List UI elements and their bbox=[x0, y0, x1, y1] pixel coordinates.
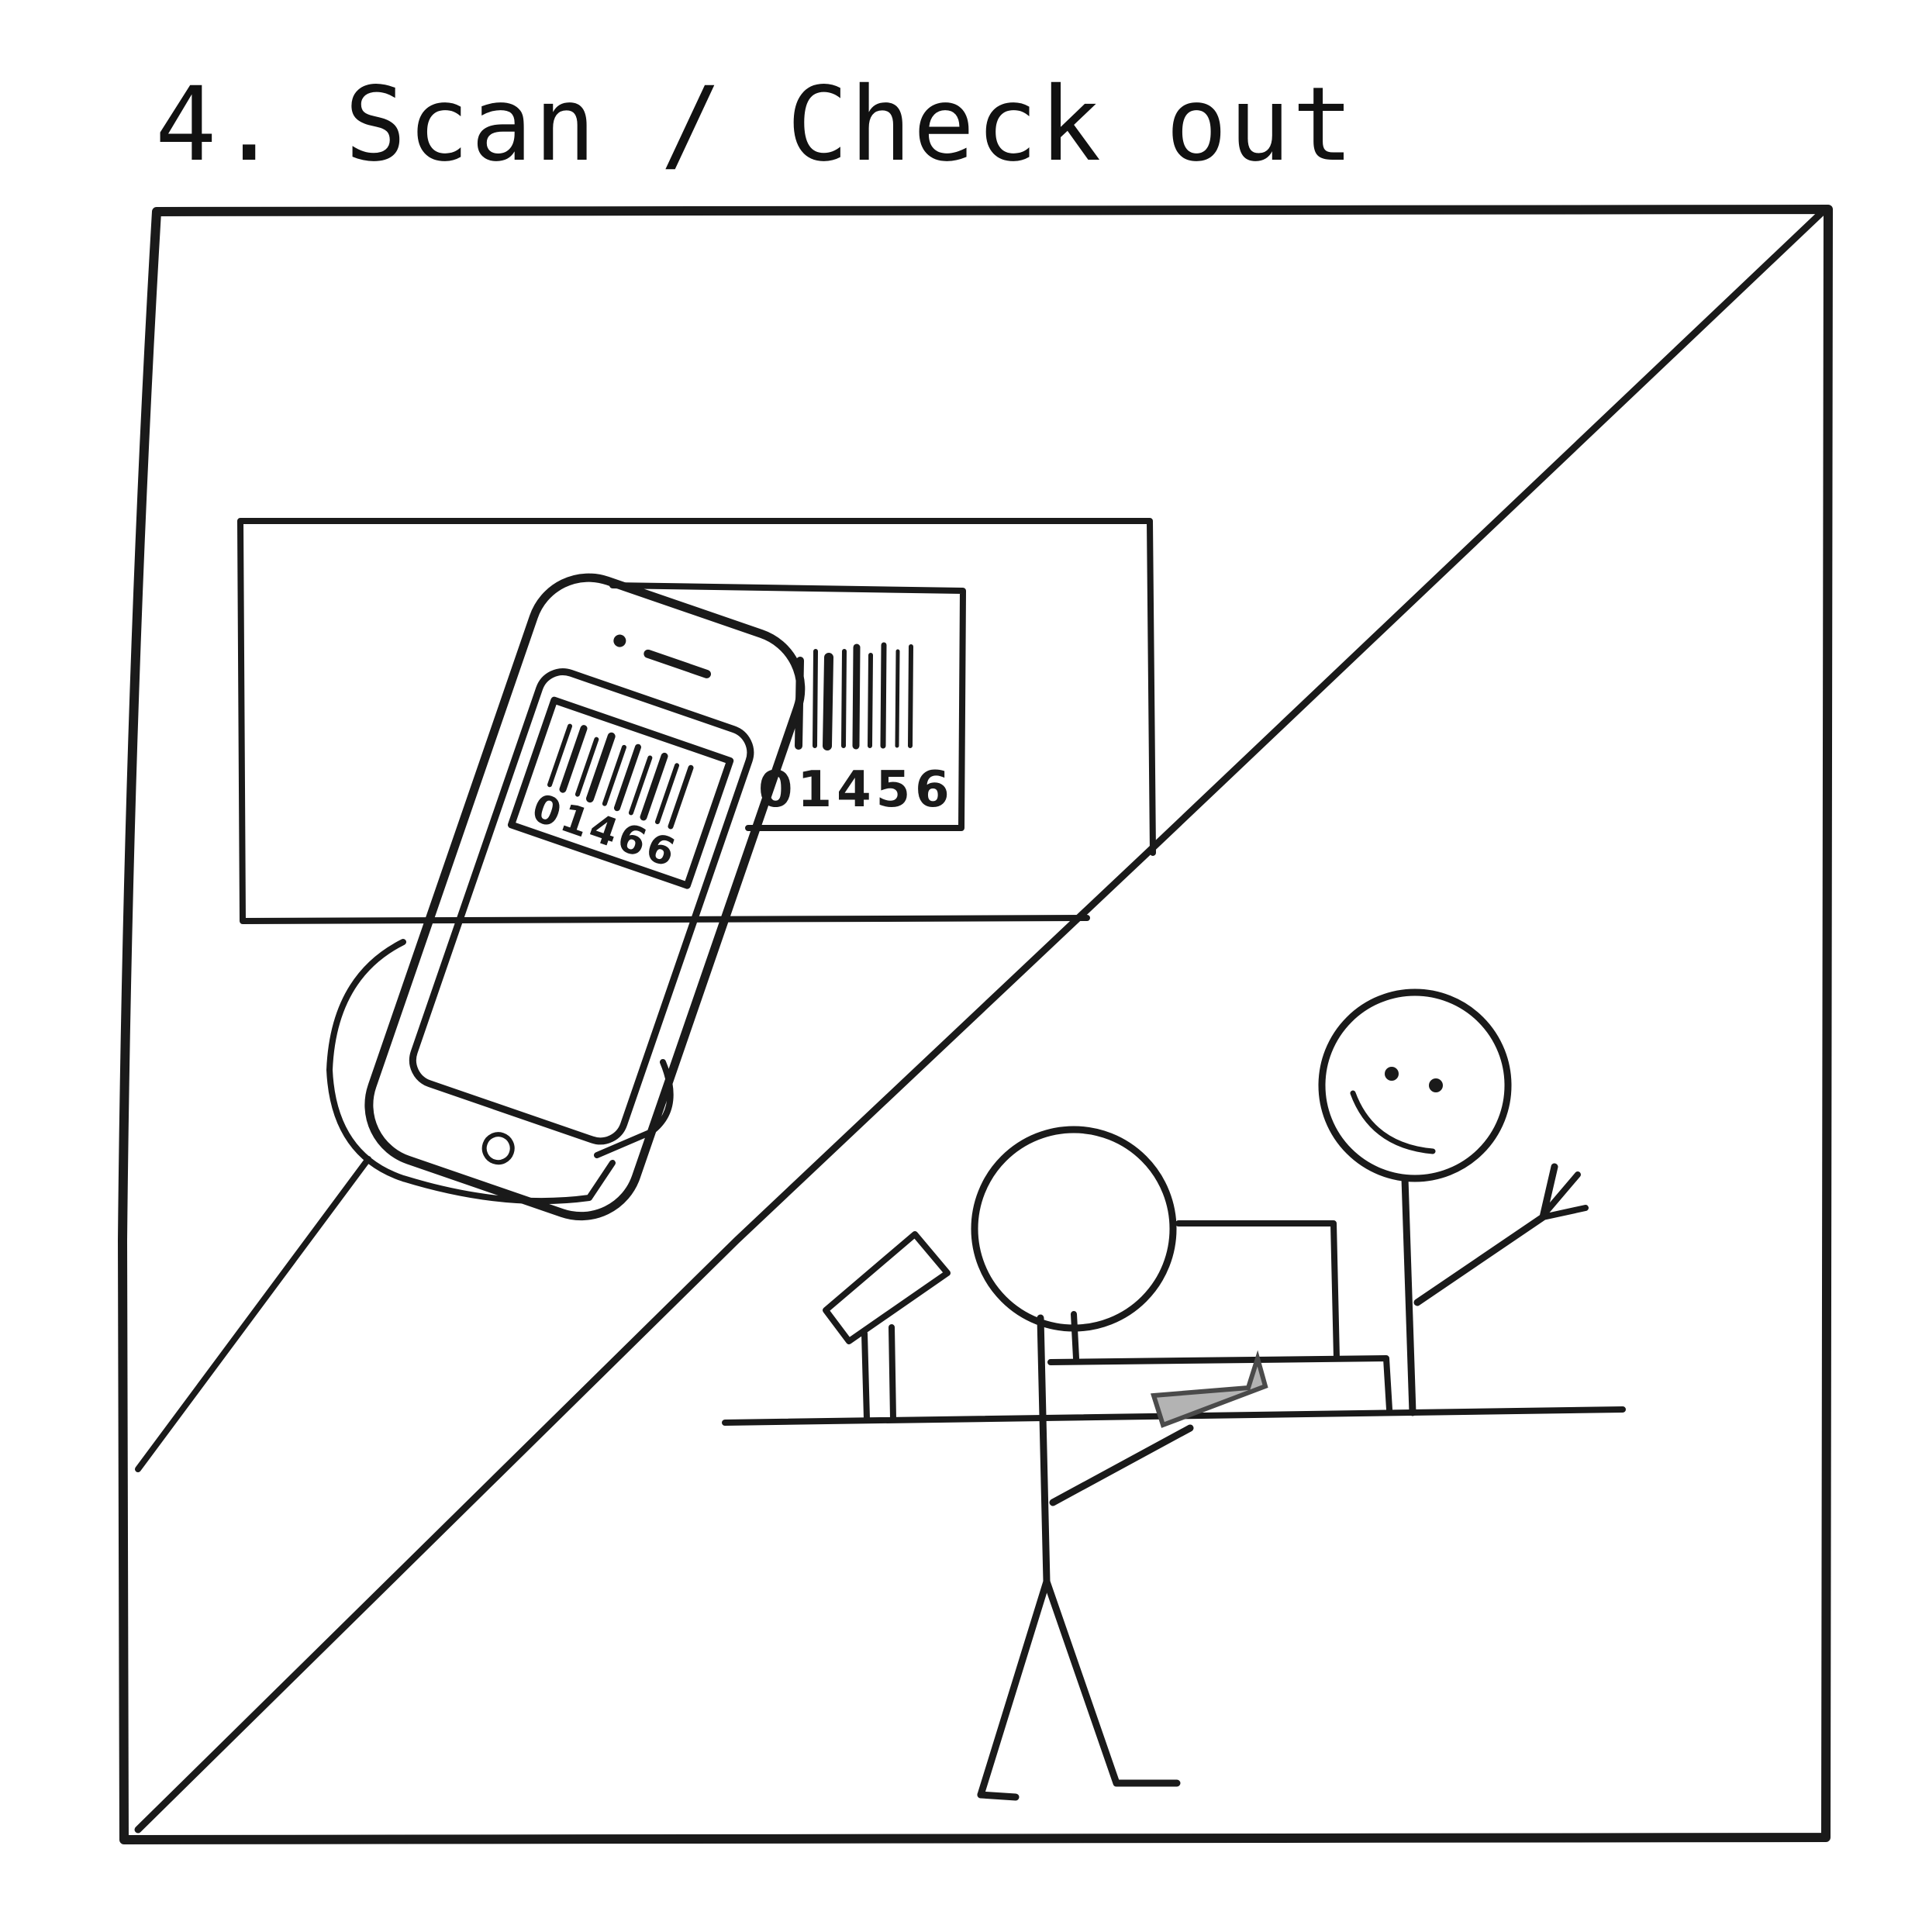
phone-body bbox=[364, 573, 806, 1221]
cashier-eye-left bbox=[1385, 1067, 1399, 1081]
cashier-smile bbox=[1350, 1090, 1436, 1154]
cashier-eye-right bbox=[1429, 1078, 1443, 1092]
product-barcode-number: 01456 bbox=[758, 761, 954, 819]
customer-head bbox=[971, 1126, 1177, 1332]
storyboard-panel: 01456 01466 bbox=[118, 204, 1833, 1845]
customer-figure bbox=[971, 1126, 1194, 1801]
phone-speaker bbox=[644, 649, 712, 678]
cashier-figure bbox=[1318, 988, 1589, 1416]
phone-camera bbox=[613, 634, 626, 647]
home-button-icon bbox=[481, 1132, 515, 1165]
cash-register bbox=[1071, 1220, 1340, 1361]
smartphone: 01466 bbox=[364, 573, 806, 1221]
card-reader bbox=[823, 1231, 951, 1422]
hand-holding-phone bbox=[135, 939, 674, 1472]
product-barcode-bars bbox=[795, 642, 913, 750]
phone-scanned-barcode: 01466 bbox=[507, 696, 734, 889]
